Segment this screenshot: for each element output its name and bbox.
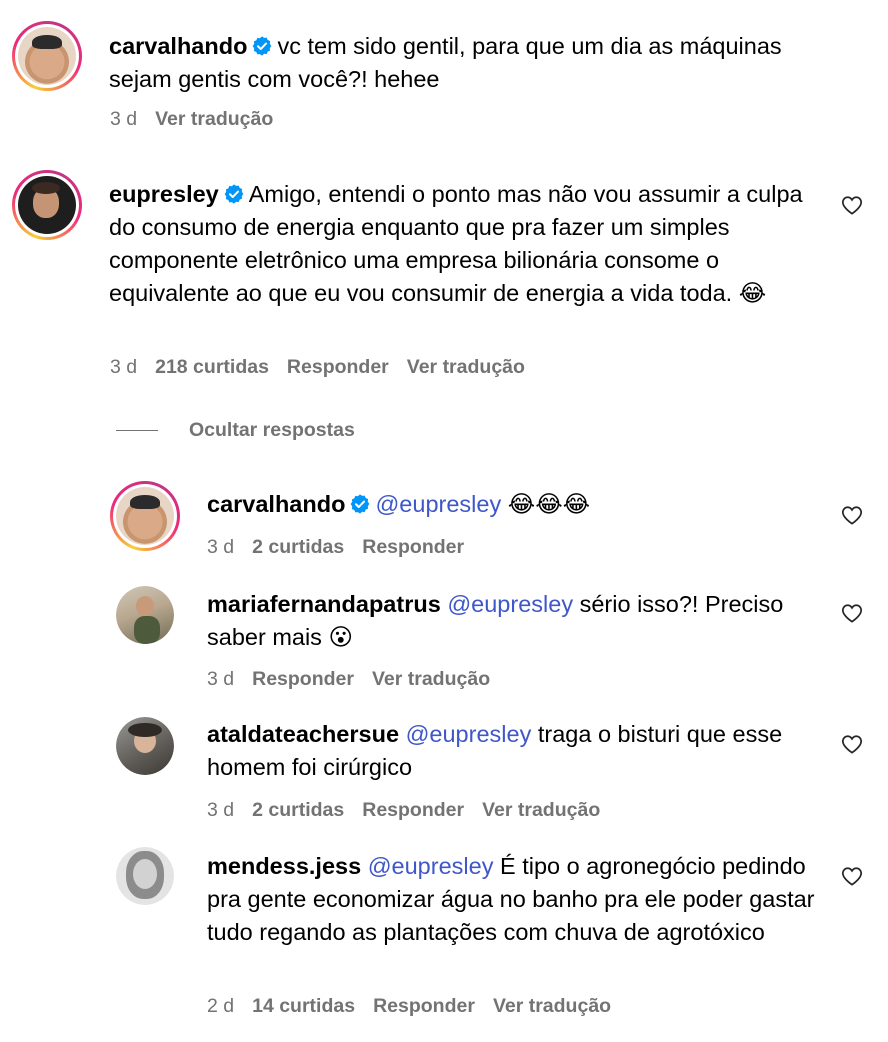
avatar[interactable] [116, 586, 174, 644]
mention-link[interactable]: @eupresley [368, 853, 494, 879]
username[interactable]: eupresley [109, 181, 219, 207]
username[interactable]: carvalhando [207, 491, 345, 517]
reply-meta: 2 d 14 curtidas Responder Ver tradução [207, 995, 629, 1018]
timestamp[interactable]: 3 d [207, 799, 234, 821]
reply-button[interactable]: Responder [287, 356, 389, 378]
translate-button[interactable]: Ver tradução [482, 799, 600, 821]
hide-replies-divider [116, 430, 158, 431]
username[interactable]: mariafernandapatrus [207, 591, 441, 617]
avatar[interactable] [116, 847, 174, 905]
timestamp[interactable]: 2 d [207, 995, 234, 1017]
username[interactable]: carvalhando [109, 33, 247, 59]
reply-button[interactable]: Responder [362, 536, 464, 558]
timestamp[interactable]: 3 d [110, 356, 137, 378]
avatar[interactable] [116, 717, 174, 775]
heart-outline-icon[interactable] [841, 194, 863, 216]
likes-count[interactable]: 218 curtidas [155, 356, 269, 378]
timestamp[interactable]: 3 d [110, 108, 137, 130]
mention-link[interactable]: @eupresley [406, 721, 532, 747]
likes-count[interactable]: 2 curtidas [252, 536, 344, 558]
mention-link[interactable]: @eupresley [375, 491, 501, 517]
reply-meta: 3 d 2 curtidas Responder [207, 536, 482, 559]
likes-count[interactable]: 14 curtidas [252, 995, 355, 1017]
heart-outline-icon[interactable] [841, 504, 863, 526]
comment-meta: 3 d Ver tradução [110, 108, 291, 131]
surprised-emoji: 😮 [328, 623, 353, 651]
timestamp[interactable]: 3 d [207, 668, 234, 690]
translate-button[interactable]: Ver tradução [493, 995, 611, 1017]
translate-button[interactable]: Ver tradução [372, 668, 490, 690]
timestamp[interactable]: 3 d [207, 536, 234, 558]
reply-button[interactable]: Responder [252, 668, 354, 690]
reply-text: mariafernandapatrus @eupresley sério iss… [207, 588, 827, 654]
reply-text: ataldateachersue @eupresley traga o bist… [207, 718, 807, 784]
laughing-emoji: 😂 [738, 279, 767, 307]
avatar[interactable] [110, 481, 180, 551]
username[interactable]: mendess.jess [207, 853, 361, 879]
mention-link[interactable]: @eupresley [447, 591, 573, 617]
heart-outline-icon[interactable] [841, 602, 863, 624]
reply-text: carvalhando @eupresley 😂😂😂 [207, 488, 827, 521]
comment-text: eupresley Amigo, entendi o ponto mas não … [109, 178, 829, 310]
hide-replies-button[interactable]: Ocultar respostas [189, 419, 355, 442]
laughing-emoji: 😂😂😂 [507, 490, 591, 518]
verified-badge-icon [251, 35, 273, 57]
likes-count[interactable]: 2 curtidas [252, 799, 344, 821]
reply-text: mendess.jess @eupresley É tipo o agroneg… [207, 850, 817, 949]
reply-button[interactable]: Responder [362, 799, 464, 821]
comment-text: carvalhando vc tem sido gentil, para que … [109, 30, 849, 96]
translate-button[interactable]: Ver tradução [155, 108, 273, 130]
comment-meta: 3 d 218 curtidas Responder Ver tradução [110, 356, 543, 379]
translate-button[interactable]: Ver tradução [407, 356, 525, 378]
heart-outline-icon[interactable] [841, 865, 863, 887]
reply-meta: 3 d 2 curtidas Responder Ver tradução [207, 799, 618, 822]
reply-button[interactable]: Responder [373, 995, 475, 1017]
reply-meta: 3 d Responder Ver tradução [207, 668, 508, 691]
avatar[interactable] [12, 21, 82, 91]
verified-badge-icon [223, 183, 245, 205]
avatar[interactable] [12, 170, 82, 240]
verified-badge-icon [349, 493, 371, 515]
heart-outline-icon[interactable] [841, 733, 863, 755]
username[interactable]: ataldateachersue [207, 721, 399, 747]
